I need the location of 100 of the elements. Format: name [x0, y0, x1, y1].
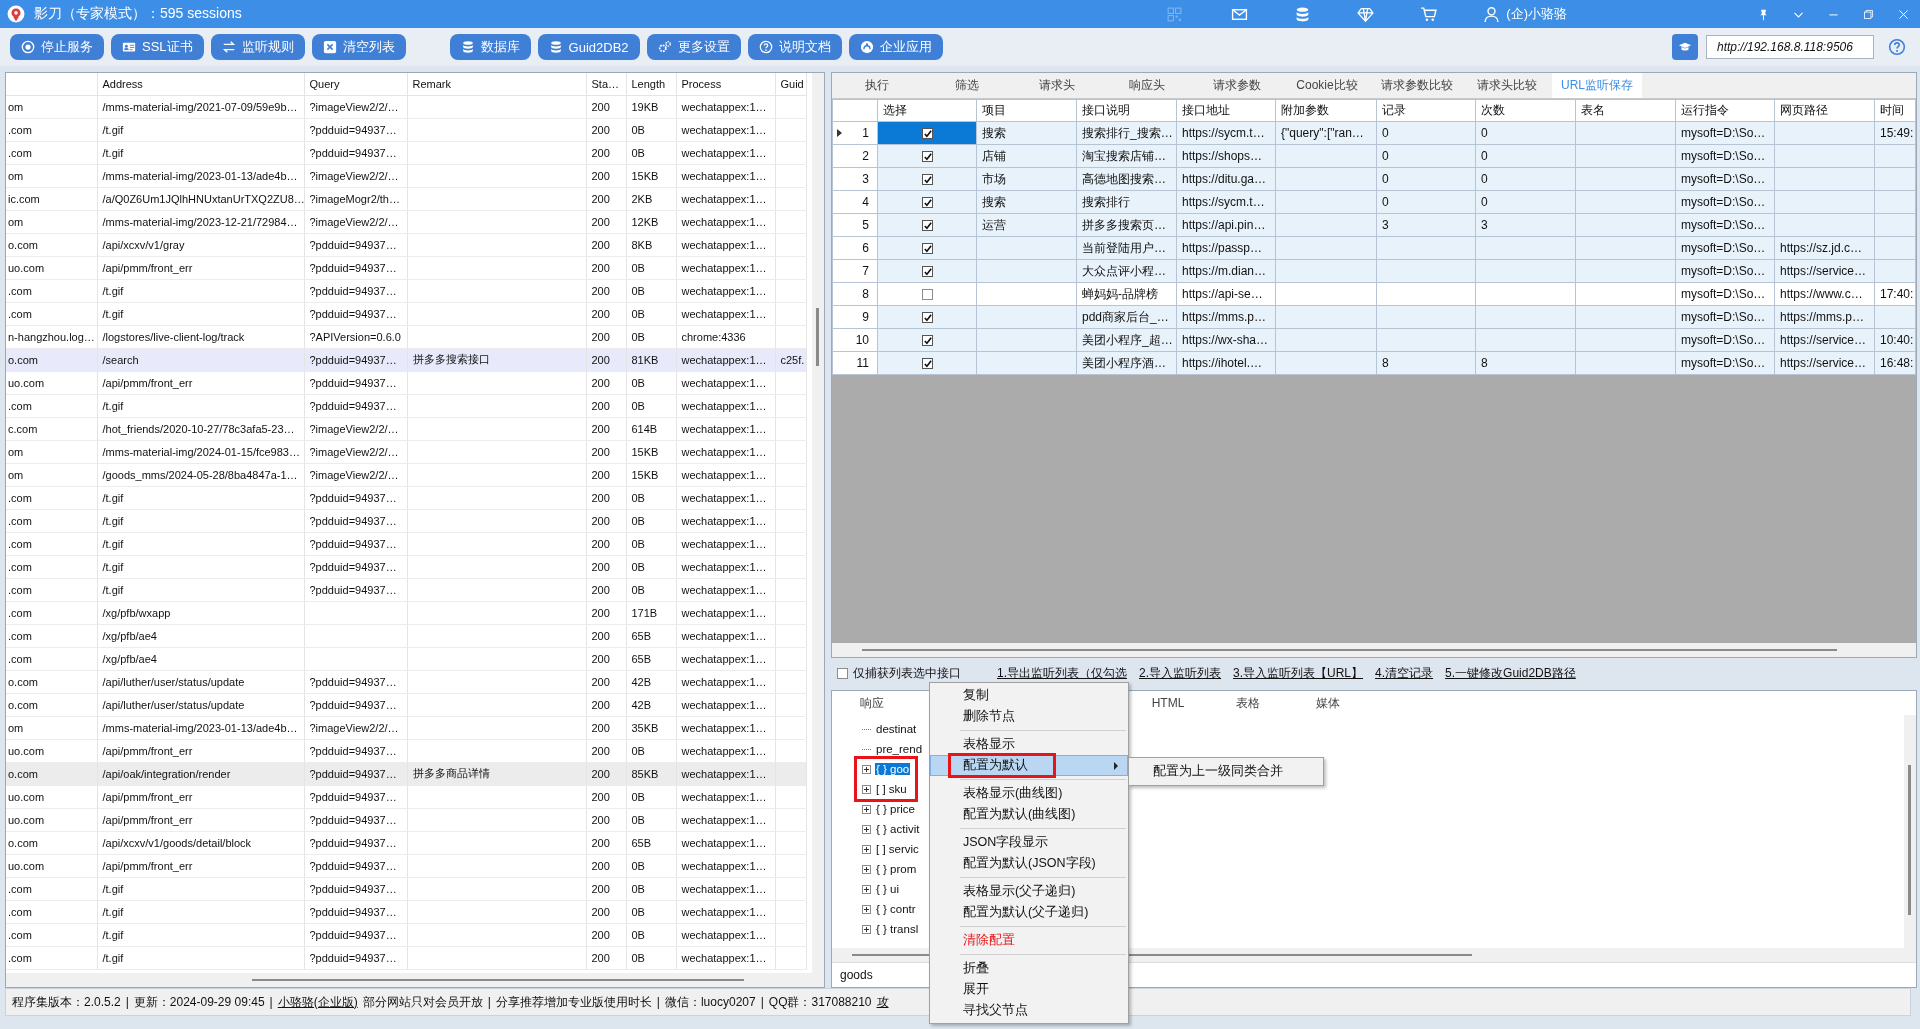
menu-item[interactable]: 配置为默认(JSON字段) [930, 853, 1128, 874]
checkbox[interactable] [921, 197, 933, 209]
checkbox[interactable] [921, 335, 933, 347]
menu-item[interactable]: 配置为默认(曲线图) [930, 804, 1128, 825]
column-header[interactable]: 网页路径 [1774, 99, 1875, 122]
expand-icon[interactable] [862, 824, 871, 834]
tab[interactable]: 请求参数比较 [1372, 73, 1462, 98]
expand-icon[interactable] [862, 844, 871, 854]
column-header[interactable]: Sta… [586, 73, 626, 95]
menu-item[interactable]: 配置为上一级同类合并 [1129, 761, 1323, 782]
menu-item[interactable]: 删除节点 [930, 706, 1128, 727]
scrollbar-thumb[interactable] [1908, 765, 1911, 915]
column-header[interactable]: 记录 [1376, 99, 1476, 122]
tab[interactable]: 请求头比较 [1462, 73, 1552, 98]
menu-item[interactable]: 配置为默认(父子递归) [930, 902, 1128, 923]
column-header[interactable]: 运行指令 [1675, 99, 1775, 122]
url-field[interactable]: http://192.168.8.118:9506 [1706, 35, 1874, 59]
tree-node[interactable]: { } prom [875, 863, 918, 875]
checkbox[interactable] [837, 667, 848, 679]
tab[interactable]: 执行 [832, 73, 922, 98]
tab[interactable]: 响应头 [1102, 73, 1192, 98]
diamond-icon[interactable] [1357, 5, 1375, 23]
tab[interactable]: 请求参数 [1192, 73, 1282, 98]
checkbox[interactable] [921, 174, 933, 186]
expand-icon[interactable] [862, 924, 871, 934]
tree-node[interactable]: destinat [875, 723, 918, 735]
table-row[interactable]: o.com /search ?pdduid=94937… 拼多多搜索接口 200 81KB wechatappex:1… c25f. [6, 348, 806, 371]
menu-item[interactable]: 折叠 [930, 958, 1128, 979]
column-header[interactable]: Length [626, 73, 676, 95]
tab[interactable]: 响应 [832, 694, 912, 712]
expand-icon[interactable] [862, 904, 871, 914]
menu-item[interactable]: 寻找父节点 [930, 1000, 1128, 1021]
user-icon[interactable] [1483, 5, 1501, 23]
menu-item[interactable]: 复制 [930, 685, 1128, 706]
expand-icon[interactable] [862, 804, 871, 814]
checkbox[interactable] [921, 220, 933, 232]
expand-icon[interactable] [862, 864, 871, 874]
tree-node[interactable]: { } price [875, 803, 916, 815]
help-icon[interactable] [1888, 38, 1906, 56]
link[interactable]: 3.导入监听列表【URL】 [1233, 664, 1364, 682]
link[interactable]: 小骆骆(企业版) [277, 993, 358, 1011]
toolbar-button[interactable]: 企业应用 [848, 34, 943, 60]
column-header[interactable]: Address [97, 73, 304, 95]
column-header[interactable]: 次数 [1475, 99, 1576, 122]
menu-item[interactable]: 展开 [930, 979, 1128, 1000]
link[interactable]: 1.导出监听列表（仅勾选 [997, 664, 1127, 682]
tree-node[interactable]: { } contr [875, 903, 917, 915]
toolbar-button[interactable]: 说明文档 [747, 34, 842, 60]
tree-node[interactable]: { } activit [875, 823, 921, 835]
checkbox[interactable] [921, 128, 933, 140]
expand-icon[interactable] [862, 764, 871, 774]
toolbar-button[interactable]: 清空列表 [311, 34, 406, 60]
toolbar-button[interactable]: 停止服务 [10, 34, 104, 60]
column-header[interactable]: 选择 [877, 99, 977, 122]
column-header[interactable]: 附加参数 [1275, 99, 1377, 122]
column-header[interactable]: 接口说明 [1076, 99, 1177, 122]
column-header[interactable]: 接口地址 [1176, 99, 1276, 122]
tree-node[interactable]: [ ] sku [875, 783, 908, 795]
tab[interactable]: 媒体 [1288, 694, 1368, 712]
tab[interactable]: 筛选 [922, 73, 1012, 98]
tab[interactable]: HTML [1128, 696, 1208, 710]
column-header[interactable]: 表名 [1575, 99, 1676, 122]
menu-item[interactable]: JSON字段显示 [930, 832, 1128, 853]
tab[interactable]: Cookie比较 [1282, 73, 1372, 98]
scrollbar-thumb[interactable] [816, 308, 819, 366]
scrollbar-thumb[interactable] [252, 979, 744, 981]
toolbar-button[interactable]: 监听规则 [210, 34, 305, 60]
menu-item[interactable]: 表格显示(曲线图) [930, 783, 1128, 804]
checkbox[interactable] [921, 243, 933, 255]
checkbox[interactable] [921, 358, 933, 370]
column-header[interactable]: Process [676, 73, 775, 95]
menu-item[interactable]: 表格显示(父子递归) [930, 881, 1128, 902]
menu-item[interactable]: 清除配置 [930, 930, 1128, 951]
expand-icon[interactable] [862, 884, 871, 894]
menu-item[interactable]: 配置为默认 [930, 755, 1128, 776]
column-header[interactable]: Guid [775, 73, 806, 95]
link[interactable]: 攻 [876, 993, 889, 1011]
cart-icon[interactable] [1420, 5, 1438, 23]
restore-icon[interactable] [1862, 7, 1875, 21]
close-icon[interactable] [1897, 7, 1910, 21]
link[interactable]: 5.一键修改Guid2DB路径 [1445, 664, 1576, 682]
tree-node[interactable]: { } goo [875, 763, 911, 775]
link[interactable]: 2.导入监听列表 [1139, 664, 1222, 682]
tab[interactable]: 表格 [1208, 694, 1288, 712]
toolbar-button[interactable]: 更多设置 [646, 34, 741, 60]
menu-item[interactable]: 表格显示 [930, 734, 1128, 755]
toolbar-button[interactable]: Guid2DB2 [537, 34, 640, 60]
expand-icon[interactable] [862, 784, 871, 794]
column-header[interactable]: 时间 [1874, 99, 1916, 122]
checkbox[interactable] [921, 312, 933, 324]
scrollbar-thumb[interactable] [862, 649, 1837, 651]
tree-node[interactable]: { } ui [875, 883, 901, 895]
table-row[interactable]: o.com /api/oak/integration/render ?pdduid=94937… 拼多多商品详情 200 85KB wechatappex:1… [6, 762, 806, 785]
tab[interactable]: 请求头 [1012, 73, 1102, 98]
tree-node[interactable]: pre_rend [875, 743, 924, 755]
link[interactable]: 4.清空记录 [1375, 664, 1434, 682]
tree-node[interactable]: [ ] servic [875, 843, 920, 855]
tab[interactable]: URL监听保存 [1552, 73, 1642, 98]
checkbox[interactable] [921, 151, 933, 163]
column-header[interactable]: 项目 [976, 99, 1077, 122]
